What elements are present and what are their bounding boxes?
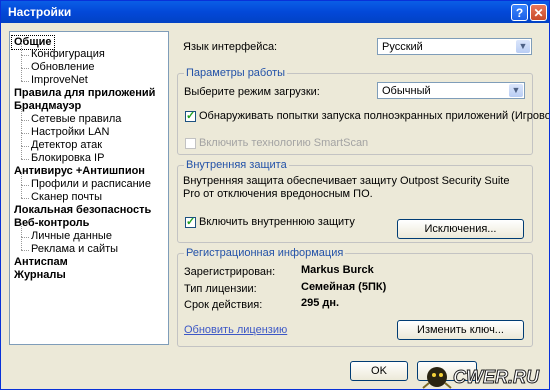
tree-item[interactable]: Антивирус +Антишпион bbox=[14, 165, 145, 178]
tree-connector bbox=[21, 55, 22, 68]
tree-item[interactable]: Настройки LAN bbox=[31, 126, 109, 139]
change-key-button[interactable]: Изменить ключ... bbox=[397, 320, 524, 340]
exceptions-button[interactable]: Исключения... bbox=[397, 219, 524, 239]
expiry-value: 295 дн. bbox=[301, 297, 340, 309]
tree-connector bbox=[21, 172, 22, 185]
tree-connector bbox=[21, 133, 29, 134]
tree-item[interactable]: Обновление bbox=[31, 61, 95, 74]
tree-connector bbox=[21, 120, 22, 133]
internal-protection-desc: Внутренняя защита обеспечивает защиту Ou… bbox=[183, 175, 510, 200]
registration-title: Регистрационная информация bbox=[184, 247, 346, 259]
tree-connector bbox=[21, 68, 22, 81]
title-bar[interactable]: Настройки ? ✕ bbox=[1, 1, 549, 23]
tree-connector bbox=[21, 237, 22, 250]
tree-item[interactable]: Сетевые правила bbox=[31, 113, 121, 126]
cwer-watermark-logo: CWER.RU bbox=[422, 367, 540, 389]
tree-connector bbox=[21, 224, 22, 237]
registered-value: Markus Burck bbox=[301, 264, 374, 276]
tree-item[interactable]: Антиспам bbox=[14, 256, 68, 269]
license-type-value: Семейная (5ПК) bbox=[301, 281, 387, 293]
tree-item[interactable]: Личные данные bbox=[31, 230, 112, 243]
tree-connector bbox=[21, 198, 29, 199]
tree-item[interactable]: Блокировка IP bbox=[31, 152, 104, 165]
tree-item[interactable]: Реклама и сайты bbox=[31, 243, 118, 256]
tree-connector bbox=[21, 185, 29, 186]
close-button[interactable]: ✕ bbox=[530, 4, 547, 21]
fullscreen-label: Обнаруживать попытки запуска полноэкранн… bbox=[199, 110, 549, 122]
tree-connector bbox=[21, 68, 29, 69]
help-button[interactable]: ? bbox=[511, 4, 528, 21]
boot-mode-value: Обычный bbox=[382, 85, 431, 97]
settings-window: Настройки ? ✕ Общие Конфигурация Обновлени… bbox=[0, 0, 550, 390]
fullscreen-checkbox[interactable] bbox=[185, 109, 196, 122]
chevron-down-icon[interactable]: ▼ bbox=[516, 40, 530, 53]
smartscan-label: Включить технологию SmartScan bbox=[199, 137, 369, 149]
boot-mode-select[interactable]: Обычный ▼ bbox=[377, 82, 525, 99]
chevron-down-icon[interactable]: ▼ bbox=[509, 84, 523, 97]
registered-label: Зарегистрирован: bbox=[184, 266, 276, 278]
smartscan-checkbox[interactable] bbox=[185, 138, 196, 149]
tree-connector bbox=[21, 146, 22, 159]
tree-item[interactable]: ImproveNet bbox=[31, 74, 88, 87]
tree-connector bbox=[21, 120, 29, 121]
tree-item[interactable]: Правила для приложений bbox=[14, 87, 155, 100]
tree-item[interactable]: Детектор атак bbox=[31, 139, 102, 152]
tree-connector bbox=[21, 55, 29, 56]
tree-item[interactable]: Конфигурация bbox=[31, 48, 105, 61]
boot-mode-label: Выберите режим загрузки: bbox=[184, 86, 320, 98]
internal-protection-checkbox[interactable] bbox=[185, 215, 196, 228]
license-type-label: Тип лицензии: bbox=[184, 283, 257, 295]
tree-connector bbox=[21, 237, 29, 238]
tree-item[interactable]: Журналы bbox=[14, 269, 66, 282]
watermark-text: CWER.RU bbox=[453, 367, 540, 387]
tree-connector bbox=[21, 185, 22, 198]
tree-item[interactable]: Брандмауэр bbox=[14, 100, 81, 113]
tree-item[interactable]: Веб-контроль bbox=[14, 217, 89, 230]
ok-button[interactable]: OK bbox=[350, 361, 408, 381]
tree-connector bbox=[21, 42, 22, 55]
work-params-title: Параметры работы bbox=[184, 67, 288, 79]
window-title: Настройки bbox=[8, 5, 72, 19]
tree-connector bbox=[21, 146, 29, 147]
tree-connector bbox=[21, 81, 29, 82]
internal-protection-title: Внутренняя защита bbox=[184, 159, 289, 171]
tree-item[interactable]: Профили и расписание bbox=[31, 178, 151, 191]
tree-item[interactable]: Сканер почты bbox=[31, 191, 102, 204]
tree-connector bbox=[21, 250, 29, 251]
expiry-label: Срок действия: bbox=[184, 299, 263, 311]
internal-protection-label: Включить внутреннюю защиту bbox=[199, 216, 355, 228]
language-value: Русский bbox=[382, 41, 423, 53]
tree-connector bbox=[21, 107, 22, 120]
tree-connector bbox=[21, 133, 22, 146]
tree-item[interactable]: Локальная безопасность bbox=[14, 204, 151, 217]
update-license-link[interactable]: Обновить лицензию bbox=[184, 324, 287, 336]
settings-tree[interactable]: Общие Конфигурация Обновление ImproveNet Пра… bbox=[9, 31, 169, 345]
language-label: Язык интерфейса: bbox=[183, 41, 278, 53]
language-select[interactable]: Русский ▼ bbox=[377, 38, 532, 55]
tree-connector bbox=[21, 159, 29, 160]
